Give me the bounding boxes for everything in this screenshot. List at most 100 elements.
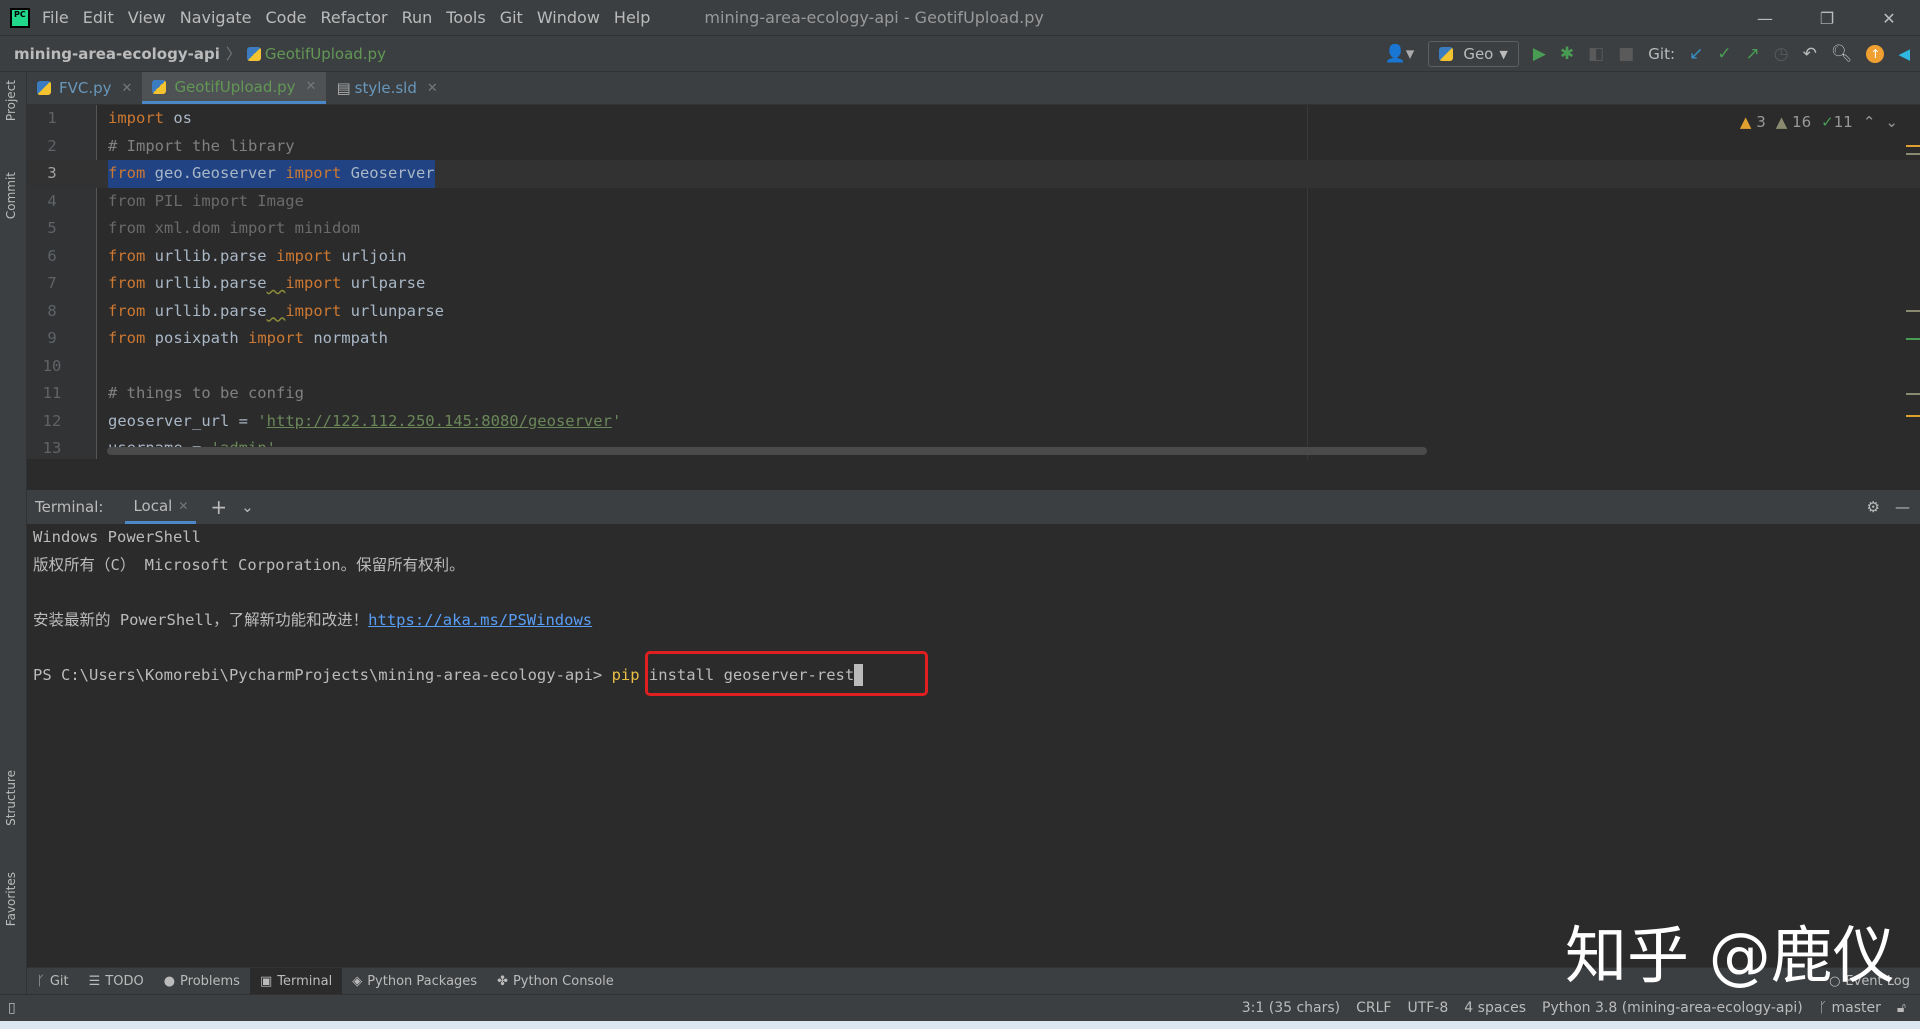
favorites-tool-button[interactable]: Favorites [4, 872, 18, 926]
coverage-icon[interactable]: ◧ [1588, 44, 1604, 64]
chevron-up-icon[interactable]: ⌃ [1863, 113, 1876, 131]
menu-git[interactable]: Git [500, 8, 523, 27]
toolwindow-git[interactable]: ᚴGit [27, 968, 79, 994]
splitter[interactable] [27, 459, 1920, 490]
watermark: 知乎 @鹿仪 [1565, 905, 1895, 995]
run-config-select[interactable]: Geo▼ [1428, 41, 1519, 67]
plugin-icon[interactable]: ◀ [1898, 45, 1910, 63]
toolwindow-todo[interactable]: ☰TODO [79, 968, 154, 994]
terminal-output[interactable]: Windows PowerShell 版权所有（C） Microsoft Cor… [27, 524, 1920, 967]
status-interpreter[interactable]: Python 3.8 (mining-area-ecology-api) [1542, 1000, 1803, 1016]
terminal-line: 安装最新的 PowerShell，了解新功能和改进！https://aka.ms… [33, 607, 592, 635]
gear-icon[interactable]: ⚙ [1867, 498, 1880, 516]
python-icon [1439, 47, 1453, 61]
history-icon[interactable]: ◷ [1774, 44, 1789, 64]
menu-navigate[interactable]: Navigate [180, 8, 252, 27]
rollback-icon[interactable]: ↶ [1803, 44, 1817, 64]
command-pip: pip [612, 666, 640, 684]
menu-edit[interactable]: Edit [83, 8, 114, 27]
error-stripe-marker[interactable] [1906, 145, 1920, 147]
tab-label: Local [133, 497, 172, 515]
line-number: 5 [37, 215, 67, 243]
toolwindow-problems[interactable]: ●Problems [154, 968, 250, 994]
status-position[interactable]: 3:1 (35 chars) [1242, 1000, 1340, 1016]
run-icon[interactable]: ▶ [1533, 44, 1546, 64]
code-line: # things to be config [108, 380, 304, 408]
line-number: 10 [37, 353, 67, 381]
tool-windows-toggle-icon[interactable]: ▯ [8, 1000, 16, 1016]
tab-label: style.sld [355, 79, 417, 97]
menu-refactor[interactable]: Refactor [320, 8, 387, 27]
menu-file[interactable]: File [42, 8, 69, 27]
file-icon: ▤ [336, 79, 350, 97]
menu-run[interactable]: Run [402, 8, 433, 27]
editor-tabs: FVC.py✕ GeotifUpload.py✕ ▤ style.sld ✕ [27, 72, 1920, 105]
close-icon[interactable]: ✕ [178, 499, 188, 513]
tab-fvc[interactable]: FVC.py✕ [27, 72, 142, 104]
git-update-icon[interactable]: ↙ [1689, 44, 1703, 64]
error-stripe-marker[interactable] [1906, 393, 1920, 395]
close-icon[interactable]: ✕ [427, 81, 438, 96]
line-number: 4 [37, 188, 67, 216]
close-icon[interactable]: ✕ [306, 79, 317, 94]
error-stripe-marker[interactable] [1906, 310, 1920, 312]
menu-tools[interactable]: Tools [446, 8, 485, 27]
search-icon[interactable]: 🔍︎ [1831, 44, 1853, 64]
status-indent[interactable]: 4 spaces [1464, 1000, 1526, 1016]
close-icon[interactable]: ✕ [122, 81, 133, 96]
python-file-icon [247, 47, 261, 61]
structure-tool-button[interactable]: Structure [4, 770, 18, 826]
close-icon[interactable]: ✕ [1858, 0, 1920, 36]
stop-icon[interactable]: ■ [1618, 44, 1634, 64]
chevron-down-icon: ▼ [1499, 48, 1507, 61]
git-push-icon[interactable]: ↗ [1746, 44, 1760, 64]
error-stripe-marker[interactable] [1906, 415, 1920, 417]
minimize-icon[interactable]: — [1734, 0, 1796, 36]
status-encoding[interactable]: UTF-8 [1407, 1000, 1448, 1016]
horizontal-scrollbar[interactable] [107, 447, 1427, 455]
inspection-widget[interactable]: ▲ 3 ▲ 16 ✓11 ⌃⌄ [1740, 113, 1898, 131]
line-number: 9 [37, 325, 67, 353]
chevron-down-icon[interactable]: ⌄ [1885, 113, 1898, 131]
add-terminal-icon[interactable]: + [210, 495, 227, 519]
ps-windows-link[interactable]: https://aka.ms/PSWindows [368, 611, 592, 629]
breadcrumb-file[interactable]: GeotifUpload.py [265, 45, 386, 63]
toolwindow-terminal[interactable]: ▣Terminal [250, 968, 342, 994]
code-editor[interactable]: 1import os 2# Import the library 3from g… [27, 105, 1920, 459]
restore-icon[interactable]: ❐ [1796, 0, 1858, 36]
commit-tool-button[interactable]: Commit [4, 172, 18, 219]
highlight-box [645, 651, 928, 696]
update-icon[interactable]: ↑ [1866, 45, 1884, 63]
python-console-icon: ✤ [497, 974, 508, 989]
lock-icon[interactable]: 🔓︎ [1897, 1000, 1906, 1016]
tab-geotifupload[interactable]: GeotifUpload.py✕ [142, 72, 326, 104]
code-line: from PIL import Image [108, 188, 304, 216]
breadcrumb-project[interactable]: mining-area-ecology-api [14, 45, 220, 63]
toolwindow-python-console[interactable]: ✤Python Console [487, 968, 624, 994]
user-icon[interactable]: 👤▾ [1385, 44, 1415, 64]
toolwindow-python-packages[interactable]: ◈Python Packages [342, 968, 487, 994]
error-stripe-marker[interactable] [1906, 338, 1920, 340]
window-title: mining-area-ecology-api - GeotifUpload.p… [704, 8, 1043, 27]
status-branch[interactable]: ᚴ master [1819, 1000, 1881, 1016]
error-stripe-marker[interactable] [1906, 153, 1920, 155]
warning-icon: ▲ [1776, 113, 1788, 131]
git-commit-icon[interactable]: ✓ [1717, 44, 1731, 64]
pycharm-logo-icon: PC [10, 8, 30, 28]
hide-icon[interactable]: — [1895, 498, 1910, 516]
status-line-separator[interactable]: CRLF [1356, 1000, 1391, 1016]
menu-help[interactable]: Help [614, 8, 650, 27]
debug-icon[interactable]: ✱ [1560, 44, 1574, 64]
code-line: # Import the library [108, 133, 295, 161]
menu-view[interactable]: View [128, 8, 166, 27]
tab-style-sld[interactable]: ▤ style.sld ✕ [326, 72, 447, 104]
menu-window[interactable]: Window [537, 8, 600, 27]
line-number: 6 [37, 243, 67, 271]
typo-count: 11 [1834, 113, 1853, 131]
terminal-tab-local[interactable]: Local ✕ [125, 490, 196, 524]
code-line: import os [108, 105, 192, 133]
chevron-down-icon[interactable]: ⌄ [241, 498, 254, 516]
project-tool-button[interactable]: Project [4, 80, 18, 121]
navigation-bar: mining-area-ecology-api 〉 GeotifUpload.p… [0, 36, 1920, 72]
menu-code[interactable]: Code [266, 8, 307, 27]
